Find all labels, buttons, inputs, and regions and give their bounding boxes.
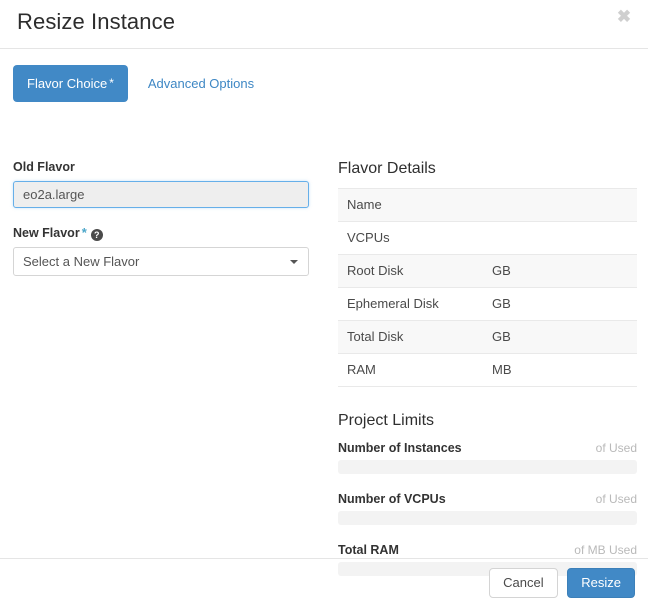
limit-header: Total RAM of MB Used [338,542,637,558]
new-flavor-select-wrapper: Select a New Flavor [13,247,309,276]
project-limits-section: Project Limits Number of Instances of Us… [338,411,637,576]
old-flavor-input[interactable] [13,181,309,208]
new-flavor-label: New Flavor*? [13,225,309,241]
tab-flavor-choice-required-mark: * [109,76,114,90]
limit-used-text: of Used [596,440,637,456]
limit-header: Number of VCPUs of Used [338,491,637,507]
progress-track [338,460,637,474]
new-flavor-required-mark: * [82,225,87,240]
table-row: Ephemeral Disk GB [338,288,637,321]
dialog-title: Resize Instance [17,8,175,36]
detail-name: Total Disk [338,321,492,354]
detail-value: MB [492,354,637,387]
detail-name: Ephemeral Disk [338,288,492,321]
detail-value [492,222,637,255]
resize-button[interactable]: Resize [567,568,635,598]
limit-label: Number of Instances [338,440,462,456]
tab-flavor-choice-label: Flavor Choice [27,76,107,91]
table-row: Name [338,189,637,222]
tab-advanced-options-label: Advanced Options [148,76,254,91]
limit-header: Number of Instances of Used [338,440,637,456]
dialog-footer: Cancel Resize [0,558,648,606]
progress-track [338,511,637,525]
tab-flavor-choice[interactable]: Flavor Choice* [13,65,128,102]
detail-value: GB [492,288,637,321]
limit-label: Total RAM [338,542,399,558]
table-row: Total Disk GB [338,321,637,354]
detail-value: GB [492,321,637,354]
detail-name: Root Disk [338,255,492,288]
limit-number-of-instances: Number of Instances of Used [338,440,637,474]
new-flavor-select[interactable]: Select a New Flavor [13,247,309,276]
close-icon[interactable]: ✖ [613,6,635,28]
flavor-info-panel: Flavor Details Name VCPUs Root Disk GB [338,159,637,593]
table-row: VCPUs [338,222,637,255]
flavor-details-table: Name VCPUs Root Disk GB Ephemeral Disk G… [338,188,637,387]
new-flavor-label-text: New Flavor [13,226,80,240]
project-limits-heading: Project Limits [338,411,637,431]
tab-bar: Flavor Choice* Advanced Options [13,65,268,102]
detail-name: VCPUs [338,222,492,255]
table-row: RAM MB [338,354,637,387]
limit-used-text: of MB Used [574,542,637,558]
resize-instance-dialog: Resize Instance ✖ Flavor Choice* Advance… [0,0,648,606]
help-circle-icon[interactable]: ? [91,229,103,241]
flavor-details-heading: Flavor Details [338,159,637,179]
table-row: Root Disk GB [338,255,637,288]
detail-name: RAM [338,354,492,387]
old-flavor-label: Old Flavor [13,159,309,175]
detail-name: Name [338,189,492,222]
cancel-button[interactable]: Cancel [489,568,557,598]
limit-number-of-vcpus: Number of VCPUs of Used [338,491,637,525]
dialog-header: Resize Instance ✖ [0,0,648,49]
flavor-choice-form: Old Flavor New Flavor*? Select a New Fla… [13,159,309,276]
limit-label: Number of VCPUs [338,491,446,507]
tab-advanced-options[interactable]: Advanced Options [134,65,268,102]
detail-value [492,189,637,222]
dialog-body: Flavor Choice* Advanced Options Old Flav… [0,49,648,558]
limit-used-text: of Used [596,491,637,507]
detail-value: GB [492,255,637,288]
